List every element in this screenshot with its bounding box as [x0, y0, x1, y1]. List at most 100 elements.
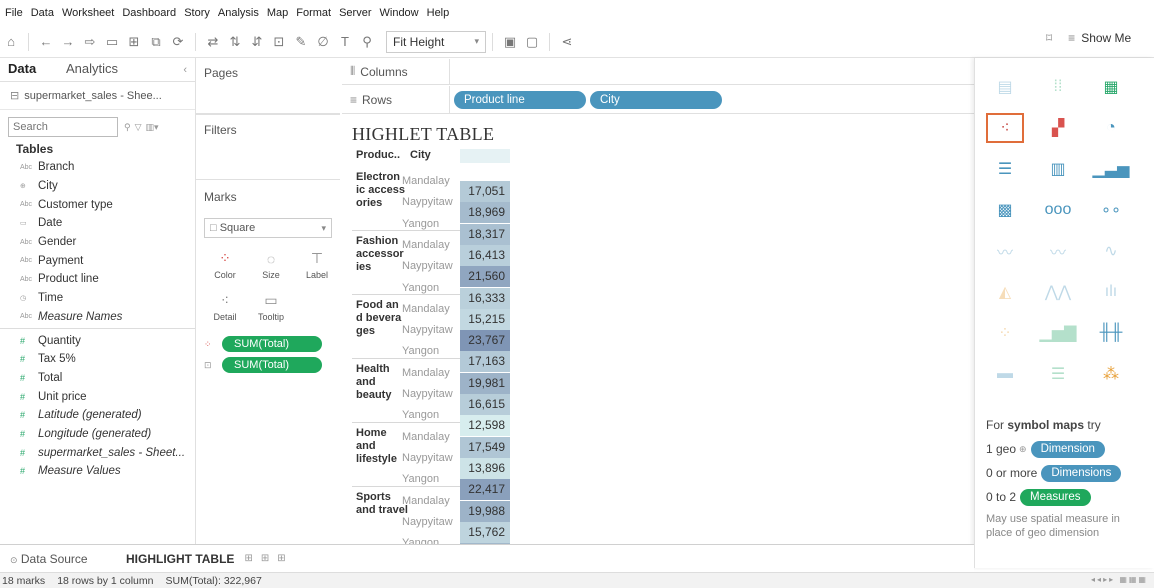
city-label[interactable]: Yangon [402, 468, 439, 490]
color-button[interactable]: ⁘ Color [204, 246, 246, 284]
highlight-cell[interactable]: 19,981 [460, 372, 510, 394]
menu-map[interactable]: Map [267, 7, 288, 19]
field-item[interactable]: ⊕ City [0, 177, 195, 196]
scatter-plot-icon[interactable]: ⁘ [986, 318, 1024, 348]
field-item[interactable]: # Longitude (generated) [0, 425, 195, 444]
sort-asc-icon[interactable]: ⇅ [224, 31, 246, 53]
field-item[interactable]: Abc Measure Names [0, 308, 195, 327]
area-continuous-icon[interactable]: ◭ [986, 277, 1024, 307]
highlight-cell[interactable]: 17,051 [460, 181, 510, 202]
redo-icon[interactable]: → [57, 31, 79, 53]
filled-map-icon[interactable]: ▞ [1039, 113, 1077, 143]
highlight-cell[interactable]: 23,767 [460, 330, 510, 352]
new-worksheet-icon[interactable]: ⊞ [244, 553, 252, 564]
menu-server[interactable]: Server [339, 7, 371, 19]
pie-chart-icon[interactable]: ◔ [1092, 113, 1130, 143]
circle-views-icon[interactable]: ooo [1039, 195, 1077, 225]
field-item[interactable]: Abc Product line [0, 270, 195, 289]
datasource-item[interactable]: ⊟ supermarket_sales - Shee... [0, 82, 195, 110]
area-discrete-icon[interactable]: ⋀⋀ [1039, 277, 1077, 307]
field-item[interactable]: Abc Payment [0, 251, 195, 270]
tooltip-icon[interactable]: ▢ [521, 31, 543, 53]
view-options-icon[interactable]: ▥▾ [146, 122, 159, 133]
menu-data[interactable]: Data [31, 7, 54, 19]
menu-format[interactable]: Format [296, 7, 331, 19]
menu-worksheet[interactable]: Worksheet [62, 7, 114, 19]
highlight-cell[interactable]: 21,560 [460, 266, 510, 288]
sort-desc-icon[interactable]: ⇵ [246, 31, 268, 53]
highlight-cell[interactable]: 16,333 [460, 287, 510, 309]
new-dashboard-icon[interactable]: ⊞ [261, 553, 269, 564]
product-line-label[interactable]: Food an d bevera ges [356, 299, 408, 338]
highlight-cell[interactable]: 13,896 [460, 457, 510, 479]
highlight-cell[interactable]: 16,615 [460, 394, 510, 415]
menu-file[interactable]: File [5, 7, 23, 19]
sheet-navigation-icon[interactable]: ◂◂▸▸ ▦▦▦ [1091, 575, 1148, 584]
product-line-label[interactable]: Fashion accessor ies [356, 235, 408, 274]
sum-total-pill[interactable]: SUM(Total) [222, 357, 322, 373]
highlight-icon[interactable]: ✎ [290, 31, 312, 53]
field-item[interactable]: Abc Branch [0, 158, 195, 177]
symbol-map-icon[interactable]: ⁖ [986, 113, 1024, 143]
field-item[interactable]: # Total [0, 369, 195, 388]
filter-icon[interactable]: ▽ [135, 122, 142, 133]
presentation-icon[interactable]: ▣ [499, 31, 521, 53]
city-pill[interactable]: City [590, 90, 722, 109]
tab-data[interactable]: Data [8, 61, 66, 81]
text-table-icon[interactable]: ▤ [986, 72, 1024, 102]
highlight-table-icon[interactable]: ▦ [1092, 72, 1130, 102]
rows-shelf[interactable]: ≡ Rows Product line City [342, 86, 974, 114]
product-line-pill[interactable]: Product line [454, 90, 586, 109]
highlight-cell[interactable]: 12,598 [460, 415, 510, 437]
city-label[interactable]: Mandalay [402, 234, 450, 256]
treemap-icon[interactable]: ▩ [986, 195, 1024, 225]
side-by-side-circles-icon[interactable]: ∘∘ [1092, 195, 1130, 225]
field-item[interactable]: Abc Gender [0, 233, 195, 252]
product-line-label[interactable]: Health and beauty [356, 363, 408, 402]
menu-help[interactable]: Help [427, 7, 450, 19]
home-icon[interactable]: ⌂ [0, 31, 22, 53]
header-city[interactable]: City [410, 149, 431, 161]
clear-sheet-icon[interactable]: ⟳ [167, 31, 189, 53]
side-by-side-bars-icon[interactable]: ▁▃▅ [1092, 154, 1130, 184]
pin-icon[interactable]: ⚲ [356, 31, 378, 53]
city-label[interactable]: Mandalay [402, 170, 450, 192]
group-icon[interactable]: ⊡ [268, 31, 290, 53]
search-input[interactable] [8, 117, 118, 137]
city-label[interactable]: Mandalay [402, 362, 450, 384]
chevron-left-icon[interactable]: ‹ [183, 64, 187, 81]
new-worksheet-icon[interactable]: ⊞ [123, 31, 145, 53]
city-label[interactable]: Mandalay [402, 490, 450, 512]
search-icon[interactable]: ⚲ [124, 122, 131, 133]
field-item[interactable]: # Latitude (generated) [0, 406, 195, 425]
field-item[interactable]: ◷ Time [0, 289, 195, 308]
new-story-icon[interactable]: ⊞ [277, 553, 285, 564]
gantt-chart-icon[interactable]: ▬ [986, 359, 1024, 389]
product-line-label[interactable]: Sports and travel [356, 491, 408, 517]
lines-continuous-icon[interactable]: 〰 [986, 236, 1024, 266]
undo-icon[interactable]: ← [35, 31, 57, 53]
highlight-cell[interactable]: 22,417 [460, 479, 510, 501]
product-line-label[interactable]: Home and lifestyle [356, 427, 408, 466]
sum-total-pill[interactable]: SUM(Total) [222, 336, 322, 352]
show-me-button[interactable]: ⌑ ≡ Show Me [1046, 31, 1131, 45]
field-item[interactable]: # Measure Values [0, 462, 195, 481]
highlight-cell[interactable]: 17,163 [460, 351, 510, 373]
city-label[interactable]: Naypyitaw [402, 511, 453, 533]
highlight-cell[interactable]: 18,317 [460, 223, 510, 245]
annotate-icon[interactable]: ∅ [312, 31, 334, 53]
highlight-cell[interactable]: 18,969 [460, 202, 510, 224]
field-item[interactable]: # supermarket_sales - Sheet... [0, 443, 195, 462]
menu-window[interactable]: Window [380, 7, 419, 19]
field-item[interactable]: # Tax 5% [0, 350, 195, 369]
tab-highlight-table[interactable]: HIGHLIGHT TABLE [120, 552, 240, 566]
field-item[interactable]: Abc Customer type [0, 195, 195, 214]
size-button[interactable]: ◌ Size [250, 246, 292, 284]
highlight-cell[interactable]: 17,549 [460, 436, 510, 458]
format-painter-icon[interactable]: ⌑ [1046, 31, 1052, 45]
connect-data-icon[interactable]: ⇨ [79, 31, 101, 53]
city-label[interactable]: Mandalay [402, 298, 450, 320]
header-product[interactable]: Produc.. [356, 149, 400, 161]
menu-dashboard[interactable]: Dashboard [122, 7, 176, 19]
dual-combination-icon[interactable]: ılı [1092, 277, 1130, 307]
